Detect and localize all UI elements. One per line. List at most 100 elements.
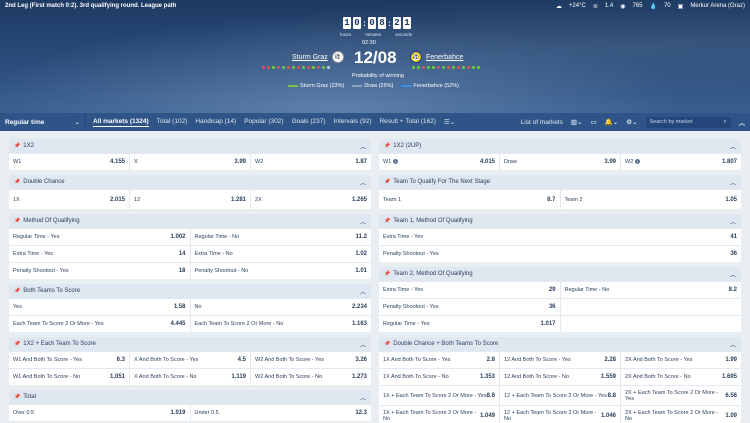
- chevron-up-icon[interactable]: ︿: [360, 287, 366, 296]
- search-input[interactable]: Search by market: [650, 119, 693, 125]
- odds-cell[interactable]: Each Team To Score 2 Or More - Yes 4.445: [9, 316, 190, 332]
- odds-cell[interactable]: 1X + Each Team To Score 2 Or More - No 1.…: [379, 406, 499, 423]
- odds-cell[interactable]: Team 2 1.05: [559, 190, 742, 209]
- odds-cell[interactable]: Regular Time - No 8.2: [559, 282, 742, 298]
- odds-cell[interactable]: Regular Time - Yes 1.002: [9, 229, 190, 245]
- odds-cell[interactable]: 2X + Each Team To Score 2 Or More - No 1.…: [620, 406, 741, 423]
- pin-icon[interactable]: 📌: [14, 143, 20, 149]
- period-select[interactable]: Regular time ⌄: [0, 113, 86, 131]
- odds-cell[interactable]: Extra Time - No 1.02: [189, 246, 372, 262]
- tab-all-markets[interactable]: All markets (1324): [93, 118, 149, 127]
- odds-cell[interactable]: 2X + Each Team To Score 2 Or More - Yes 6…: [620, 386, 741, 405]
- odds-cell[interactable]: 12 1.281: [129, 190, 250, 209]
- odds-cell[interactable]: Extra Time - Yes 29: [379, 282, 560, 298]
- tab-goals[interactable]: Goals (237): [292, 118, 326, 127]
- tab-total[interactable]: Total (102): [157, 118, 188, 127]
- odds-cell[interactable]: Penalty Shootout - Yes 36: [379, 299, 560, 315]
- odds-cell[interactable]: 2X And Both To Score - No 1.695: [620, 369, 741, 385]
- odds-cell[interactable]: Team 1 8.7: [379, 190, 560, 209]
- market-header[interactable]: 📌 Double Chance ︿: [9, 175, 371, 189]
- odds-cell[interactable]: X And Both To Score - No 1.119: [129, 369, 250, 385]
- odds-cell[interactable]: 12 + Each Team To Score 2 Or More - No 1.…: [499, 406, 620, 423]
- chevron-up-icon[interactable]: ︿: [360, 142, 366, 151]
- odds-cell[interactable]: 12 And Both To Score - Yes 2.28: [499, 352, 620, 368]
- chevron-up-icon[interactable]: ︿: [730, 270, 736, 279]
- away-team[interactable]: ⚽ Fenerbahce: [410, 51, 463, 63]
- bell-icon[interactable]: 🔔⌄: [605, 118, 619, 126]
- pin-icon[interactable]: 📌: [14, 341, 20, 347]
- odds-cell[interactable]: X And Both To Score - Yes 4.5: [129, 352, 250, 368]
- odds-cell[interactable]: 12 And Both To Score - No 1.559: [499, 369, 620, 385]
- odds-cell[interactable]: Each Team To Score 2 Or More - No 1.163: [189, 316, 372, 332]
- tab-intervals[interactable]: Intervals (92): [334, 118, 372, 127]
- odds-cell[interactable]: Extra Time - Yes 14: [9, 246, 190, 262]
- pin-icon[interactable]: 📌: [384, 271, 390, 277]
- pin-icon[interactable]: 📌: [14, 288, 20, 294]
- odds-cell[interactable]: Yes 1.58: [9, 299, 190, 315]
- odds-cell[interactable]: X 3.99: [129, 154, 250, 170]
- odds-cell[interactable]: W1 And Both To Score - No 1.051: [9, 369, 129, 385]
- odds-cell[interactable]: Regular Time - Yes 1.017: [379, 316, 560, 332]
- chevron-up-icon[interactable]: ︿: [730, 217, 736, 226]
- market-header[interactable]: 📌 1X2 + Each Team To Score ︿: [9, 337, 371, 351]
- odds-cell[interactable]: 2X 1.265: [250, 190, 371, 209]
- pin-icon[interactable]: 📌: [384, 218, 390, 224]
- odds-cell[interactable]: W2 And Both To Score - No 1.273: [250, 369, 371, 385]
- odds-cell[interactable]: Under 0.5 12.3: [189, 405, 372, 421]
- odds-cell[interactable]: 12 + Each Team To Score 2 Or More - Yes 8…: [499, 386, 620, 405]
- tab-popular[interactable]: Popular (302): [244, 118, 283, 127]
- tab-handicap[interactable]: Handicap (14): [195, 118, 236, 127]
- odds-cell[interactable]: W2 1.87: [250, 154, 371, 170]
- pin-icon[interactable]: 📌: [14, 179, 20, 185]
- chevron-up-icon[interactable]: ︿: [730, 178, 736, 187]
- market-header[interactable]: 📌 Method Of Qualifying ︿: [9, 214, 371, 228]
- tab-result-total[interactable]: Result + Total (162): [379, 118, 435, 127]
- odds-cell[interactable]: Penalty Shootout - No 1.01: [189, 263, 372, 279]
- chevron-up-icon[interactable]: ︿: [360, 217, 366, 226]
- list-of-markets[interactable]: List of markets: [521, 119, 563, 126]
- chevron-up-icon[interactable]: ︿: [360, 178, 366, 187]
- pin-icon[interactable]: 📌: [384, 341, 390, 347]
- pin-icon[interactable]: 📌: [384, 143, 390, 149]
- odds-cell[interactable]: W1 And Both To Score - Yes 6.3: [9, 352, 129, 368]
- collapse-icon[interactable]: ︽: [739, 117, 746, 127]
- info-icon[interactable]: i: [393, 159, 399, 164]
- chevron-up-icon[interactable]: ︿: [730, 142, 736, 151]
- market-header[interactable]: 📌 Team 2, Method Of Qualifying ︿: [379, 267, 741, 281]
- odds-cell[interactable]: W2 i 1.807: [620, 154, 741, 170]
- market-header[interactable]: 📌 Both Teams To Score ︿: [9, 284, 371, 298]
- odds-cell[interactable]: Penalty Shootout - Yes 18: [9, 263, 190, 279]
- more-tabs-icon[interactable]: ☰⌄: [444, 118, 455, 127]
- chevron-up-icon[interactable]: ︿: [360, 340, 366, 349]
- gear-icon[interactable]: ⚙⌄: [626, 118, 637, 126]
- info-icon[interactable]: i: [635, 159, 641, 164]
- odds-cell[interactable]: No 2.234: [189, 299, 372, 315]
- market-header[interactable]: 📌 Team To Qualify For The Next Stage ︿: [379, 175, 741, 189]
- odds-cell[interactable]: Extra Time - Yes 41: [379, 229, 741, 245]
- pin-icon[interactable]: 📌: [14, 394, 20, 400]
- odds-cell[interactable]: Penalty Shootout - Yes 36: [379, 246, 741, 262]
- pin-icon[interactable]: 📌: [14, 218, 20, 224]
- odds-cell[interactable]: W2 And Both To Score - Yes 3.26: [250, 352, 371, 368]
- odds-cell[interactable]: Draw 3.99: [499, 154, 620, 170]
- chevron-up-icon[interactable]: ︿: [360, 393, 366, 402]
- odds-cell[interactable]: 1X And Both To Score - No 1.353: [379, 369, 499, 385]
- odds-cell[interactable]: 1X And Both To Score - Yes 2.8: [379, 352, 499, 368]
- layout-icon[interactable]: ▥⌄: [571, 118, 583, 126]
- odds-cell[interactable]: 2X And Both To Score - Yes 1.99: [620, 352, 741, 368]
- odds-cell[interactable]: Over 0.5 1.019: [9, 405, 190, 421]
- odds-cell[interactable]: W1 i 4.015: [379, 154, 499, 170]
- market-header[interactable]: 📌 Total ︿: [9, 390, 371, 404]
- home-team[interactable]: Sturm Graz ⚽: [292, 51, 344, 63]
- odds-cell[interactable]: 1X 2.015: [9, 190, 129, 209]
- market-header[interactable]: 📌 Double Chance + Both Teams To Score ︿: [379, 337, 741, 351]
- odds-cell[interactable]: Regular Time - No 11.2: [189, 229, 372, 245]
- odds-cell[interactable]: W1 4.155: [9, 154, 129, 170]
- market-header[interactable]: 📌 Team 1, Method Of Qualifying ︿: [379, 214, 741, 228]
- market-header[interactable]: 📌 1X2 (2UP) ︿: [379, 139, 741, 153]
- chevron-up-icon[interactable]: ︿: [730, 340, 736, 349]
- odds-cell[interactable]: 1X + Each Team To Score 2 Or More - Yes 8…: [379, 386, 499, 405]
- market-header[interactable]: 📌 1X2 ︿: [9, 139, 371, 153]
- pin-icon[interactable]: 📌: [384, 179, 390, 185]
- layout-toggle-icon[interactable]: ▭: [591, 118, 597, 126]
